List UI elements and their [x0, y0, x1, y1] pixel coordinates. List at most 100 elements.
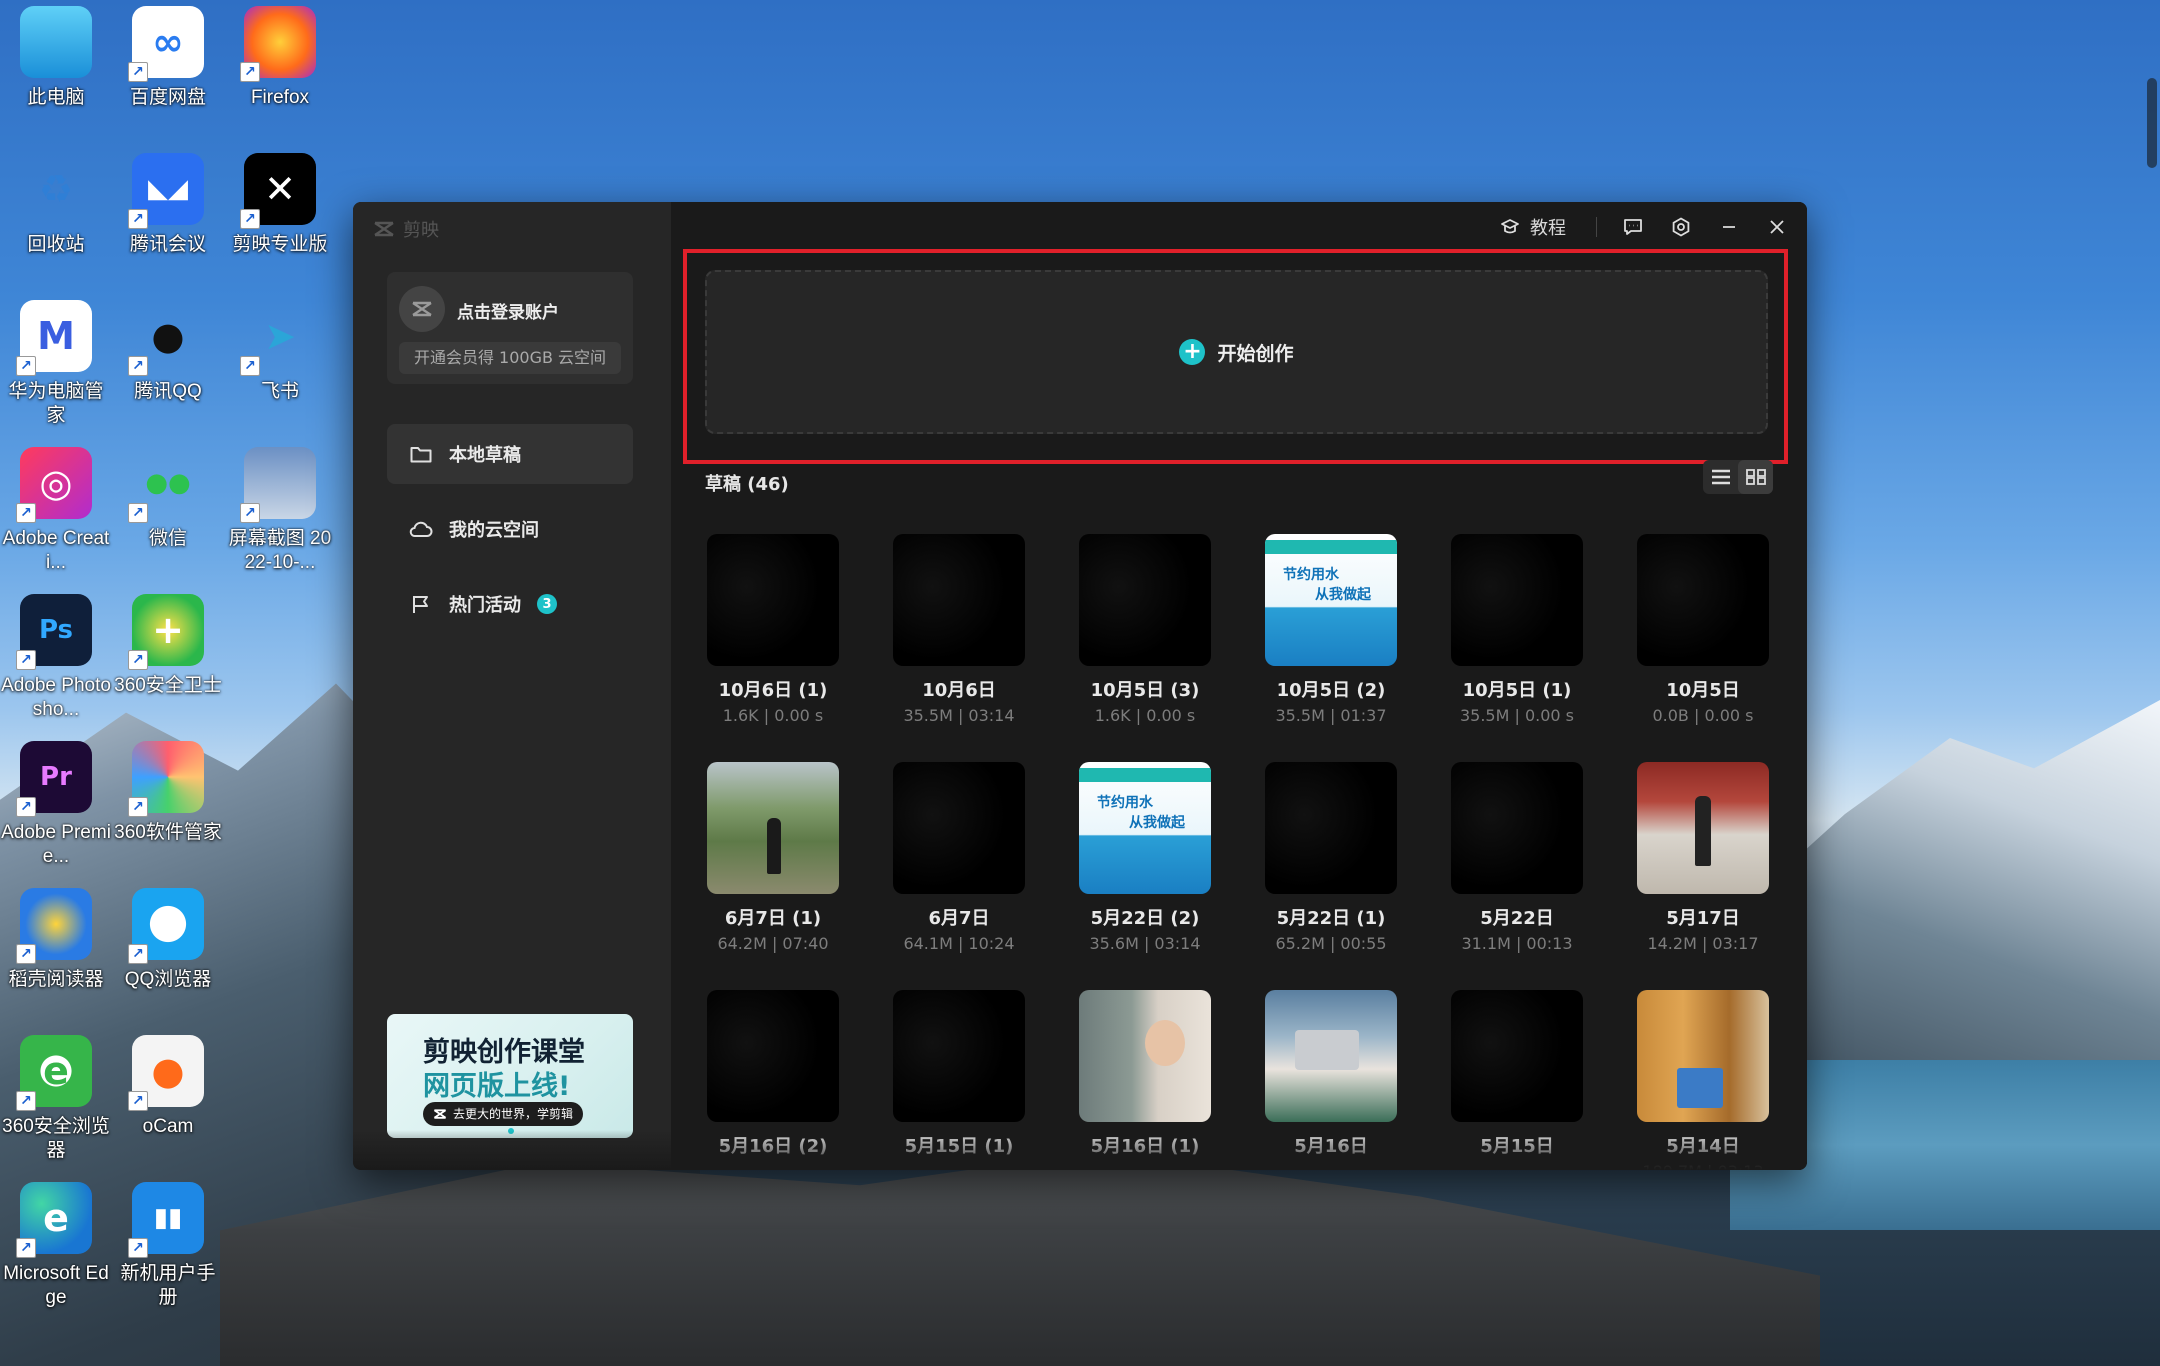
desktop-shortcut-360-security[interactable]: + ↗ 360安全卫士	[112, 594, 224, 698]
desktop-shortcut-baidu-netdisk[interactable]: ∞ ↗ 百度网盘	[112, 6, 224, 110]
promo-banner[interactable]: 剪映创作课堂 网页版上线! 去更大的世界，学剪辑	[387, 1014, 633, 1138]
draft-card[interactable]: 6月7日 (1) 64.2M | 07:40	[705, 762, 841, 953]
docer-reader-icon: ↗	[16, 888, 92, 964]
minimize-button[interactable]	[1705, 202, 1753, 252]
desktop-shortcut-tencent-meeting[interactable]: ◣◢ ↗ 腾讯会议	[112, 153, 224, 257]
draft-thumbnail[interactable]	[1637, 534, 1769, 666]
draft-card[interactable]: 10月5日 (1) 35.5M | 0.00 s	[1449, 534, 1585, 725]
draft-card[interactable]: 5月22日 31.1M | 00:13	[1449, 762, 1585, 953]
user-card[interactable]: 点击登录账户 开通会员得 100GB 云空间	[387, 272, 633, 384]
promo-button[interactable]: 去更大的世界，学剪辑	[423, 1102, 584, 1126]
feishu-icon: ➤ ↗	[240, 300, 316, 376]
360-browser-icon: e ↗	[16, 1035, 92, 1111]
desktop-shortcut-360-software-manager[interactable]: ↗ 360软件管家	[112, 741, 224, 845]
avatar[interactable]	[399, 286, 445, 332]
desktop-shortcut-tencent-qq[interactable]: ● ↗ 腾讯QQ	[112, 300, 224, 404]
draft-card[interactable]: 10月5日 (3) 1.6K | 0.00 s	[1077, 534, 1213, 725]
ocam-icon: ● ↗	[128, 1035, 204, 1111]
thumb-figure	[1145, 1020, 1185, 1066]
draft-thumbnail[interactable]	[1451, 534, 1583, 666]
desktop-shortcut-360-browser[interactable]: e ↗ 360安全浏览器	[0, 1035, 112, 1163]
feedback-button[interactable]	[1609, 202, 1657, 252]
desktop-shortcut-user-manual[interactable]: ▮▮ ↗ 新机用户手册	[112, 1182, 224, 1310]
draft-meta: 0.0B | 0.00 s	[1652, 706, 1754, 725]
desktop-shortcut-premiere[interactable]: Pr ↗ Adobe Premie...	[0, 741, 112, 869]
draft-thumbnail[interactable]	[1079, 990, 1211, 1122]
desktop-shortcut-feishu[interactable]: ➤ ↗ 飞书	[224, 300, 336, 404]
nav-hot-events[interactable]: 热门活动 3	[387, 574, 633, 634]
thumb-figure	[767, 818, 781, 874]
tencent-qq-icon: ● ↗	[128, 300, 204, 376]
nav-cloud-space[interactable]: 我的云空间	[387, 499, 633, 559]
draft-thumbnail[interactable]	[1637, 990, 1769, 1122]
draft-card[interactable]: 5月22日 (1) 65.2M | 00:55	[1263, 762, 1399, 953]
draft-card[interactable]: 10月6日 35.5M | 03:14	[891, 534, 1027, 725]
draft-thumbnail[interactable]: 节约用水 从我做起	[1079, 762, 1211, 894]
draft-card[interactable]: 10月6日 (1) 1.6K | 0.00 s	[705, 534, 841, 725]
nav-local-drafts[interactable]: 本地草稿	[387, 424, 633, 484]
shortcut-arrow-icon: ↗	[16, 944, 36, 964]
draft-thumbnail[interactable]	[893, 990, 1025, 1122]
draft-thumbnail[interactable]	[1451, 990, 1583, 1122]
draft-thumbnail[interactable]	[1265, 990, 1397, 1122]
draft-thumbnail[interactable]	[707, 762, 839, 894]
shortcut-arrow-icon: ↗	[16, 503, 36, 523]
draft-title: 10月6日 (1)	[718, 680, 828, 701]
desktop-shortcut-photoshop[interactable]: Ps ↗ Adobe Photosho...	[0, 594, 112, 722]
desktop-shortcut-adobe-creative-cloud[interactable]: ◎ ↗ Adobe Creati...	[0, 447, 112, 575]
desktop-scroll-indicator[interactable]	[2147, 78, 2157, 168]
draft-title: 10月5日 (2)	[1276, 680, 1386, 701]
draft-card[interactable]: 节约用水 从我做起 5月22日 (2) 35.6M | 03:14	[1077, 762, 1213, 953]
desktop-shortcut-screenshot-file[interactable]: ↗ 屏幕截图 2022-10-...	[224, 447, 336, 575]
draft-title: 10月5日	[1666, 680, 1740, 701]
draft-thumbnail[interactable]	[893, 534, 1025, 666]
draft-meta: 14.2M | 03:17	[1647, 934, 1759, 953]
draft-card[interactable]: 10月5日 0.0B | 0.00 s	[1635, 534, 1771, 725]
desktop-shortcut-jianying-pro[interactable]: ✕ ↗ 剪映专业版	[224, 153, 336, 257]
draft-card[interactable]: 节约用水 从我做起 10月5日 (2) 35.5M | 01:37	[1263, 534, 1399, 725]
desktop-shortcut-label: 剪映专业版	[232, 234, 328, 255]
minimize-icon	[1723, 226, 1735, 228]
desktop-shortcut-wechat[interactable]: ●● ↗ 微信	[112, 447, 224, 551]
draft-card[interactable]: 6月7日 64.1M | 10:24	[891, 762, 1027, 953]
draft-thumbnail[interactable]	[1265, 762, 1397, 894]
list-view-button[interactable]	[1703, 460, 1738, 494]
draft-thumbnail[interactable]	[1079, 534, 1211, 666]
grid-view-button[interactable]	[1738, 460, 1773, 494]
draft-meta: 35.5M | 01:37	[1275, 706, 1387, 725]
draft-thumbnail[interactable]	[707, 534, 839, 666]
desktop-shortcut-label: 飞书	[260, 381, 299, 402]
thumb-cart	[1677, 1068, 1723, 1108]
draft-thumbnail[interactable]	[1451, 762, 1583, 894]
shortcut-arrow-icon: ↗	[128, 650, 148, 670]
desktop-shortcut-firefox[interactable]: ↗ Firefox	[224, 6, 336, 110]
shortcut-arrow-icon: ↗	[240, 62, 260, 82]
vip-offer-button[interactable]: 开通会员得 100GB 云空间	[399, 342, 621, 374]
tutorial-button[interactable]: 教程	[1482, 202, 1584, 252]
shortcut-arrow-icon: ↗	[16, 356, 36, 376]
draft-thumbnail[interactable]	[893, 762, 1025, 894]
qq-browser-icon: ↗	[128, 888, 204, 964]
thumb-banner	[1079, 768, 1211, 782]
desktop-shortcut-recycle-bin[interactable]: ♻ 回收站	[0, 153, 112, 257]
desktop-shortcut-qq-browser[interactable]: ↗ QQ浏览器	[112, 888, 224, 992]
settings-button[interactable]	[1657, 202, 1705, 252]
login-link[interactable]: 点击登录账户	[457, 298, 559, 323]
desktop-shortcut-docer-reader[interactable]: ↗ 稻壳阅读器	[0, 888, 112, 992]
360-software-manager-icon: ↗	[128, 741, 204, 817]
desktop-shortcut-edge[interactable]: e ↗ Microsoft Edge	[0, 1182, 112, 1310]
firefox-icon: ↗	[240, 6, 316, 82]
this-pc-icon	[20, 6, 92, 78]
draft-card[interactable]: 5月17日 14.2M | 03:17	[1635, 762, 1771, 953]
view-toggle[interactable]	[1703, 460, 1773, 494]
draft-meta: 1.6K | 0.00 s	[1094, 706, 1196, 725]
desktop-shortcut-huawei-pc-manager[interactable]: M ↗ 华为电脑管家	[0, 300, 112, 428]
draft-thumbnail[interactable]: 节约用水 从我做起	[1265, 534, 1397, 666]
close-button[interactable]	[1753, 202, 1801, 252]
draft-thumbnail[interactable]	[707, 990, 839, 1122]
draft-thumbnail[interactable]	[1637, 762, 1769, 894]
draft-meta: 31.1M | 00:13	[1461, 934, 1573, 953]
desktop-shortcut-ocam[interactable]: ● ↗ oCam	[112, 1035, 224, 1139]
desktop-shortcut-this-pc[interactable]: 此电脑	[0, 6, 112, 110]
360-security-icon: + ↗	[128, 594, 204, 670]
